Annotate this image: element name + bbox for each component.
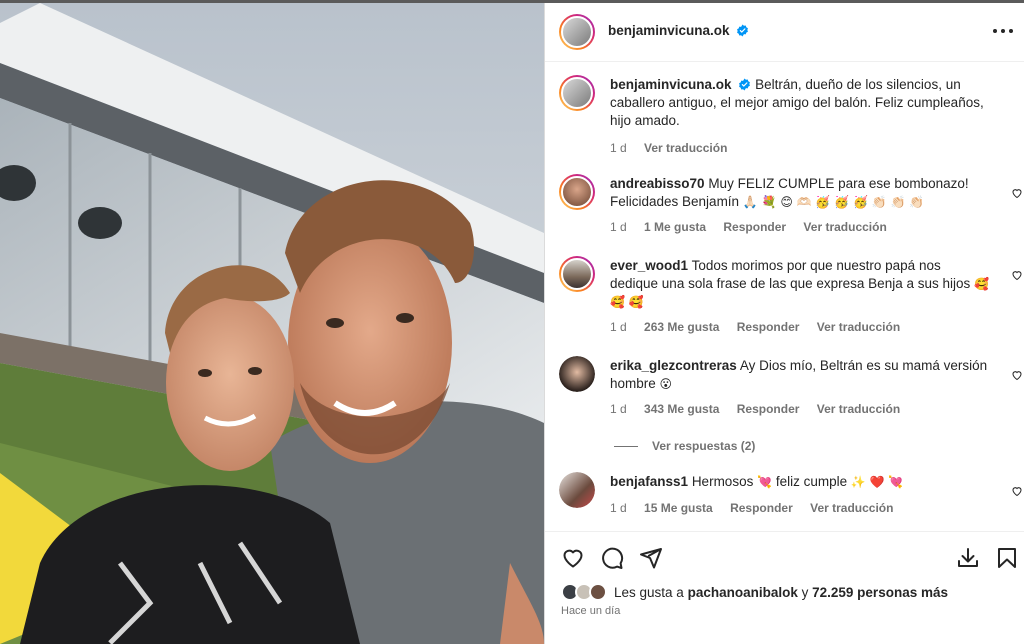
comment-age: 1 d <box>610 501 627 515</box>
post-header: benjaminvicuna.ok <box>545 3 1024 62</box>
commenter-avatar[interactable] <box>559 256 595 292</box>
comment-age: 1 d <box>610 320 627 334</box>
caption-username[interactable]: benjaminvicuna.ok <box>610 77 732 92</box>
caption: benjaminvicuna.ok Beltrán, dueño de los … <box>559 75 999 157</box>
commenter-avatar[interactable] <box>559 356 595 392</box>
likes-prefix: Les gusta a <box>614 585 684 600</box>
bookmark-icon[interactable] <box>995 546 1019 570</box>
comment-text: Hermosos <box>691 474 754 489</box>
caption-meta: 1 d Ver traducción <box>610 141 741 155</box>
post-timestamp: Hace un día <box>561 605 621 617</box>
liked-by-avatars[interactable] <box>561 583 611 603</box>
more-options-icon[interactable] <box>993 23 1015 39</box>
comment-meta: 1 d 343 Me gusta Responder Ver traducció… <box>610 402 914 416</box>
post-image <box>0 3 544 644</box>
comment-reply-button[interactable]: Responder <box>737 402 800 416</box>
comment-translate-link[interactable]: Ver traducción <box>810 501 893 515</box>
comment-age: 1 d <box>610 402 627 416</box>
caption-age: 1 d <box>610 141 627 155</box>
verified-badge-icon <box>739 78 751 91</box>
author-avatar[interactable] <box>559 14 595 50</box>
comment-item: andreabisso70 Muy FELIZ CUMPLE para ese … <box>559 174 1022 234</box>
comment-like-heart-icon[interactable] <box>1011 269 1023 281</box>
comment-reply-button[interactable]: Responder <box>737 320 800 334</box>
likes-summary: Les gusta a pachanoanibalok y 72.259 per… <box>614 585 948 600</box>
comment-likes[interactable]: 343 Me gusta <box>644 402 719 416</box>
comment-age: 1 d <box>610 220 627 234</box>
comment-reply-button[interactable]: Responder <box>723 220 786 234</box>
comment-translate-link[interactable]: Ver traducción <box>803 220 886 234</box>
comments-list: benjaminvicuna.ok Beltrán, dueño de los … <box>545 63 1024 531</box>
comment-emojis: 😮 <box>659 377 673 391</box>
post-photo[interactable] <box>0 3 544 644</box>
comment-item: erika_glezcontreras Ay Dios mío, Beltrán… <box>559 356 1022 416</box>
comment-username[interactable]: benjafanss1 <box>610 474 688 489</box>
comment-meta: 1 d 1 Me gusta Responder Ver traducción <box>610 220 901 234</box>
comment-item: ever_wood1 Todos morimos por que nuestro… <box>559 256 1022 334</box>
comment-meta: 1 d 15 Me gusta Responder Ver traducción <box>610 501 907 515</box>
comment-translate-link[interactable]: Ver traducción <box>817 320 900 334</box>
comment-translate-link[interactable]: Ver traducción <box>817 402 900 416</box>
commenter-avatar[interactable] <box>559 174 595 210</box>
likes-count[interactable]: 72.259 personas más <box>812 585 948 600</box>
share-icon[interactable] <box>639 546 663 570</box>
comment-username[interactable]: ever_wood1 <box>610 258 688 273</box>
caption-translate-link[interactable]: Ver traducción <box>644 141 727 155</box>
commenter-avatar[interactable] <box>559 472 595 508</box>
heart-icon[interactable] <box>561 546 585 570</box>
comment-text-2: feliz cumple <box>775 474 848 489</box>
comment-like-heart-icon[interactable] <box>1011 485 1023 497</box>
comment-like-heart-icon[interactable] <box>1011 369 1023 381</box>
caption-author-avatar[interactable] <box>559 75 595 111</box>
comment-likes[interactable]: 15 Me gusta <box>644 501 713 515</box>
comment-username[interactable]: andreabisso70 <box>610 176 705 191</box>
comment-meta: 1 d 263 Me gusta Responder Ver traducció… <box>610 320 914 334</box>
download-icon[interactable] <box>956 546 980 570</box>
verified-badge-icon <box>737 24 749 37</box>
comment-item: benjafanss1 Hermosos 💘 feliz cumple ✨ ❤️… <box>559 472 1022 522</box>
comment-likes[interactable]: 263 Me gusta <box>644 320 719 334</box>
view-replies-label: Ver respuestas (2) <box>652 439 756 453</box>
comment-like-heart-icon[interactable] <box>1011 187 1023 199</box>
likes-middle: y <box>801 585 809 600</box>
comment-username[interactable]: erika_glezcontreras <box>610 358 737 373</box>
liked-by-user[interactable]: pachanoanibalok <box>688 585 798 600</box>
view-replies-button[interactable]: Ver respuestas (2) <box>614 439 755 453</box>
comment-emojis: 💘 <box>757 475 773 489</box>
comment-likes[interactable]: 1 Me gusta <box>644 220 706 234</box>
comment-reply-button[interactable]: Responder <box>730 501 793 515</box>
comment-emojis: 🙏🏻 💐 😊 🫶🏻 🥳 🥳 🥳 👏🏻 👏🏻 👏🏻 <box>742 195 925 209</box>
comment-icon[interactable] <box>600 546 624 570</box>
post-side-panel: benjaminvicuna.ok benjaminvicuna.ok Belt… <box>544 3 1024 644</box>
author-username[interactable]: benjaminvicuna.ok <box>608 23 730 38</box>
replies-divider <box>614 446 638 448</box>
comment-emojis-2: ✨ ❤️ 💘 <box>850 475 904 489</box>
